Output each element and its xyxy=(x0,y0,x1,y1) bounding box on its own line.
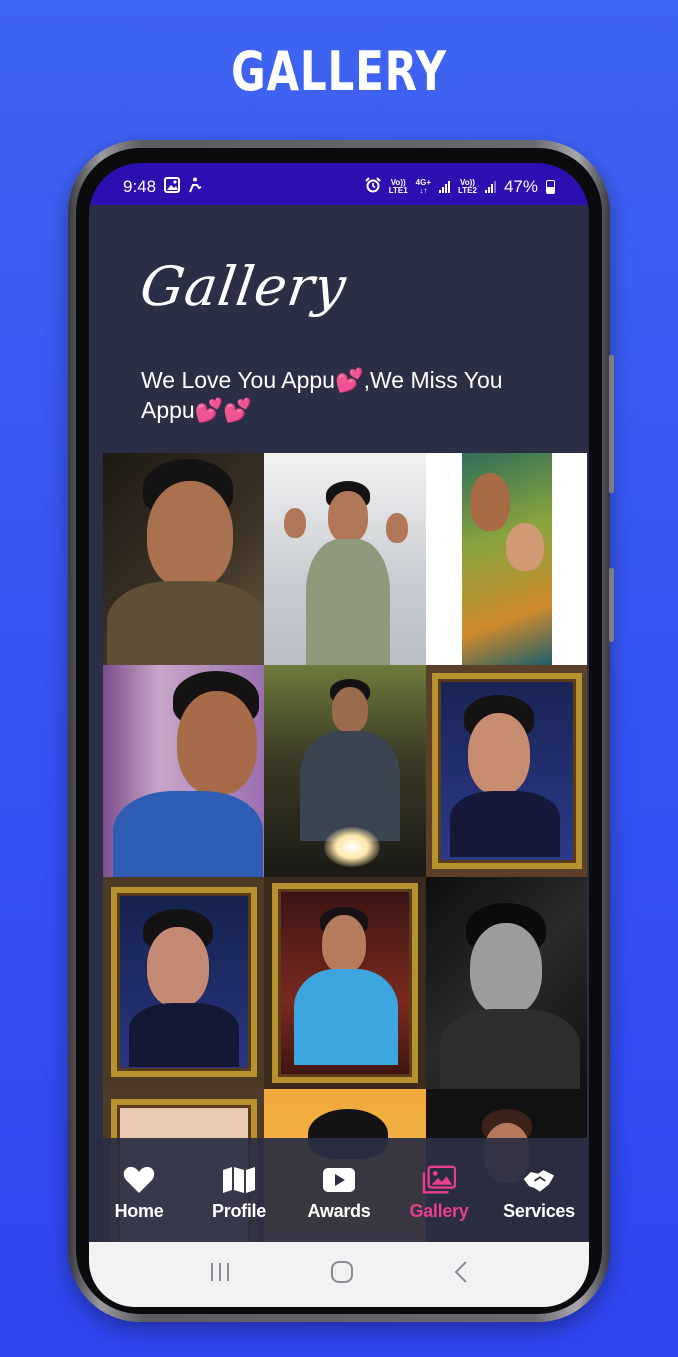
gallery-photo[interactable] xyxy=(264,453,426,665)
images-icon xyxy=(422,1165,456,1195)
signal-sim2-icon xyxy=(484,181,496,193)
recent-apps-button[interactable] xyxy=(208,1261,232,1288)
nav-services[interactable]: Services xyxy=(491,1165,587,1222)
gallery-photo[interactable] xyxy=(264,665,426,877)
gallery-photo[interactable] xyxy=(103,665,265,877)
app-screen: 9:48 Vo)) LTE1 4G+ ↓↑ Vo)) LTE2 47% Gall… xyxy=(89,163,589,1307)
nav-profile[interactable]: Profile xyxy=(191,1165,287,1222)
status-time: 9:48 xyxy=(123,177,157,196)
gallery-photo[interactable] xyxy=(425,453,587,665)
nav-awards[interactable]: Awards xyxy=(291,1165,387,1222)
gallery-photo[interactable] xyxy=(103,877,265,1089)
gallery-photo[interactable] xyxy=(264,877,426,1089)
back-button[interactable] xyxy=(452,1260,470,1289)
sim2-label: Vo)) LTE2 xyxy=(458,178,477,195)
map-icon xyxy=(222,1165,256,1195)
promo-title: GALLERY xyxy=(231,40,447,103)
video-play-icon xyxy=(322,1165,356,1195)
home-button[interactable] xyxy=(330,1260,354,1289)
phone-frame: 9:48 Vo)) LTE1 4G+ ↓↑ Vo)) LTE2 47% Gall… xyxy=(68,140,614,1322)
gallery-photo[interactable] xyxy=(425,665,587,877)
battery-percent: 47% xyxy=(503,177,538,196)
nav-home-label: Home xyxy=(114,1200,164,1221)
bottom-navigation: Home Profile Awards Gallery Services xyxy=(89,1138,589,1242)
gallery-photo[interactable] xyxy=(103,453,265,665)
heart-icon xyxy=(122,1165,156,1195)
alarm-icon xyxy=(364,176,381,198)
system-navigation-bar xyxy=(89,1242,589,1307)
status-bar: 9:48 Vo)) LTE1 4G+ ↓↑ Vo)) LTE2 47% xyxy=(89,163,589,205)
gallery-photo[interactable] xyxy=(425,877,587,1089)
signal-sim1-icon xyxy=(439,181,450,193)
battery-icon xyxy=(546,180,555,194)
nav-services-label: Services xyxy=(503,1200,575,1221)
handshake-icon xyxy=(522,1165,556,1195)
network-gen-label: 4G+ ↓↑ xyxy=(415,178,431,195)
nav-profile-label: Profile xyxy=(212,1200,266,1221)
sim1-label: Vo)) LTE1 xyxy=(388,178,408,195)
nav-gallery[interactable]: Gallery xyxy=(391,1165,487,1222)
accessibility-icon xyxy=(188,177,202,198)
nav-gallery-label: Gallery xyxy=(409,1200,469,1221)
page-title: Gallery xyxy=(136,255,351,318)
tagline: We Love You Appu💕,We Miss You Appu💕💕 xyxy=(141,367,503,423)
gallery-notification-icon xyxy=(164,176,181,198)
nav-awards-label: Awards xyxy=(307,1200,371,1221)
nav-home[interactable]: Home xyxy=(91,1165,187,1222)
gallery-header: Gallery We Love You Appu💕,We Miss You Ap… xyxy=(89,205,589,455)
